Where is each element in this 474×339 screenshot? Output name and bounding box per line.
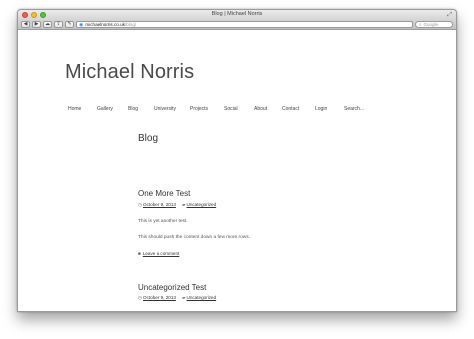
post-category-link[interactable]: Uncategorized [187,202,217,207]
globe-icon: ◉ [79,21,84,28]
post-date-link[interactable]: October 9, 2013 [143,295,176,300]
nav-item-login[interactable]: Login [315,106,327,112]
nav-item-gallery[interactable]: Gallery [97,106,113,112]
nav-item-social[interactable]: Social [224,106,238,112]
search-icon: ⌕ [419,22,422,27]
address-bar[interactable]: ◉ michaelnorris.co.uk /blog/ [76,21,413,28]
clock-icon: ◷ [138,295,143,300]
post-title[interactable]: One More Test [138,189,190,198]
icloud-tabs-icon[interactable]: ☁ [43,21,52,28]
post-meta: ◷October 9, 2013 ▰Uncategorized [138,295,216,301]
comment-line: ■ Leave a comment [138,251,179,256]
search-placeholder: Google [423,22,439,27]
site-title[interactable]: Michael Norris [65,61,194,84]
forward-button[interactable]: ▶ [32,21,41,28]
nav-item-home[interactable]: Home [68,106,81,112]
post-title[interactable]: Uncategorized Test [138,283,206,292]
post-paragraph: This should push the content down a few … [138,235,250,240]
post-meta: ◷October 9, 2013 ▰Uncategorized [138,202,216,208]
url-path: /blog/ [124,22,137,27]
nav-item-projects[interactable]: Projects [190,106,208,112]
web-page: Michael Norris Home Gallery Blog Univers… [18,31,456,311]
post-paragraph: This is yet another test. [138,219,188,224]
browser-window: Blog | Michael Norris ⤢ ◀ ▶ ☁ ⇪ ✎ ◉ mich… [17,9,457,312]
nav-item-blog[interactable]: Blog [128,106,138,112]
nav-item-contact[interactable]: Contact [282,106,299,112]
fullscreen-icon[interactable]: ⤢ [447,12,452,18]
post-category: ▰Uncategorized [182,202,216,208]
leave-comment-link[interactable]: Leave a comment [143,251,180,256]
post-date-link[interactable]: October 9, 2013 [143,202,176,207]
post-date: ◷October 9, 2013 [138,202,176,208]
post-date: ◷October 9, 2013 [138,295,176,301]
post-category-link[interactable]: Uncategorized [187,295,217,300]
post-category: ▰Uncategorized [182,295,216,301]
back-button[interactable]: ◀ [21,21,30,28]
search-input[interactable]: ⌕ Google [415,21,453,28]
window-title: Blog | Michael Norris [211,11,263,17]
page-title: Blog [138,133,159,144]
share-icon[interactable]: ⇪ [54,21,63,28]
nav-item-university[interactable]: University [154,106,176,112]
edit-icon[interactable]: ✎ [65,21,74,28]
folder-icon: ▰ [181,295,186,300]
clock-icon: ◷ [138,202,143,207]
browser-toolbar: ◀ ▶ ☁ ⇪ ✎ ◉ michaelnorris.co.uk /blog/ ⌕… [18,20,456,30]
nav-item-about[interactable]: About [254,106,267,112]
title-bar[interactable]: Blog | Michael Norris ⤢ [18,10,456,20]
comment-icon: ■ [138,251,141,256]
nav-item-search[interactable]: Search… [344,106,365,112]
url-host: michaelnorris.co.uk [85,22,125,27]
folder-icon: ▰ [181,202,186,207]
